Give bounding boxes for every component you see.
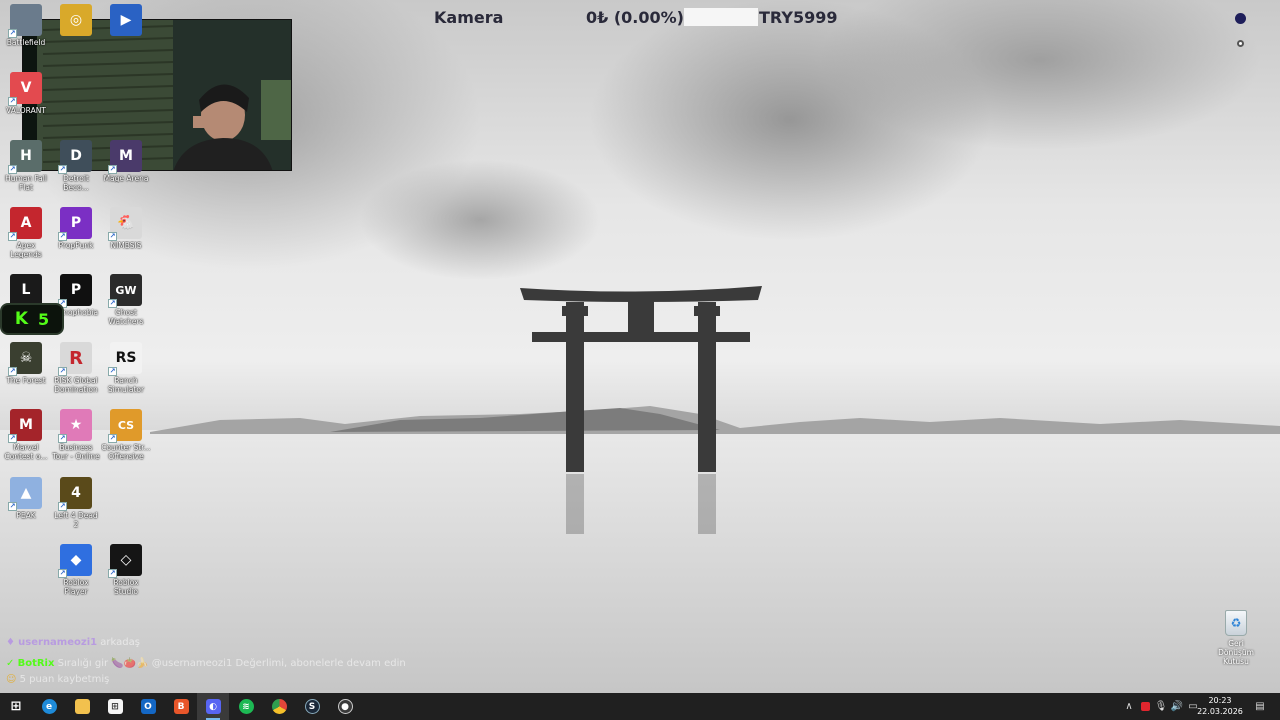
folder-icon xyxy=(74,699,90,714)
brave-icon: B xyxy=(173,699,189,714)
obs-icon: ● xyxy=(337,699,353,714)
recycle-bin-icon: ♻ xyxy=(1225,610,1247,636)
chrome-icon xyxy=(271,699,287,714)
outlook-taskbar-button[interactable]: O xyxy=(132,693,164,720)
kick-logo-icon: K xyxy=(14,309,29,329)
store-taskbar-button[interactable]: ⊞ xyxy=(99,693,131,720)
obs-taskbar-button[interactable]: ● xyxy=(329,693,361,720)
human-fall-flat-icon: H ↗ xyxy=(8,140,42,174)
desktop-icon-left-4-dead[interactable]: 4 ↗ Left 4 Dead 2 xyxy=(51,477,101,529)
file-explorer-taskbar-button[interactable] xyxy=(66,693,98,720)
desktop-icon-peak[interactable]: ▲ ↗ PEAK xyxy=(1,477,51,520)
desktop-icon-counter-strike[interactable]: CS ↗ Counter Str... Offensive xyxy=(101,409,151,461)
app-icon: ▶ xyxy=(110,4,142,36)
game-ring-icon: ◎ xyxy=(60,4,92,36)
risk-icon: R ↗ xyxy=(58,342,92,376)
roblox-player-icon: ◆ ↗ xyxy=(58,544,92,578)
desktop-icon-nimbsis[interactable]: 🐔 ↗ NIMBSIS xyxy=(101,207,151,250)
proppunk-icon: P ↗ xyxy=(58,207,92,241)
desktop-icon-game-ring[interactable]: ◎ xyxy=(51,4,101,36)
brave-taskbar-button[interactable]: B xyxy=(165,693,197,720)
chat-message: ☺ 5 puan kaybetmiş xyxy=(6,674,109,685)
battlefield-icon: ↗ xyxy=(8,4,42,38)
store-icon: ⊞ xyxy=(107,699,123,714)
chat-username: usernameozi1 xyxy=(18,637,98,648)
peak-icon: ▲ ↗ xyxy=(8,477,42,511)
nimbsis-icon: 🐔 ↗ xyxy=(108,207,142,241)
desktop-icon-battlefield[interactable]: ↗ Battlefield xyxy=(1,4,51,47)
the-forest-icon: ☠ ↗ xyxy=(8,342,42,376)
chrome-taskbar-button[interactable] xyxy=(263,693,295,720)
desktop-icon-roblox-studio[interactable]: ◇ ↗ Roblox Studio xyxy=(101,544,151,596)
desktop-icon-ranch-simulator[interactable]: RS ↗ Ranch Simulator xyxy=(101,342,151,394)
chat-badge-icon: ☺ xyxy=(6,674,17,685)
chat-text: 5 puan kaybetmiş xyxy=(19,674,110,685)
roblox-studio-icon: ◇ ↗ xyxy=(108,544,142,578)
apex-legends-icon: A ↗ xyxy=(8,207,42,241)
desktop-icon-app[interactable]: ▶ xyxy=(101,4,151,36)
desktop-icon-detroit[interactable]: D ↗ Detroit Beco... xyxy=(51,140,101,192)
desktop-icon-risk[interactable]: R ↗ RISK Global Domination xyxy=(51,342,101,394)
steam-icon: S xyxy=(304,699,320,714)
desktop-icon-the-forest[interactable]: ☠ ↗ The Forest xyxy=(1,342,51,385)
desktop-icon-business-tour[interactable]: ★↗ Business Tour - Online Mu... xyxy=(51,409,101,461)
edge-icon: e xyxy=(41,699,57,714)
ranch-simulator-icon: RS ↗ xyxy=(108,342,142,376)
discord-taskbar-button[interactable]: ◐ xyxy=(197,693,229,720)
detroit-icon: D ↗ xyxy=(58,140,92,174)
counter-strike-icon: CS ↗ xyxy=(108,409,142,443)
microphone-icon[interactable]: 🎙 xyxy=(1154,693,1168,720)
kick-viewer-badge: K 5 xyxy=(0,303,64,335)
chat-badge-icon: ♦ xyxy=(6,637,15,648)
desktop-icon-apex-legends[interactable]: A ↗ Apex Legends xyxy=(1,207,51,259)
left-4-dead-icon: 4 ↗ xyxy=(58,477,92,511)
mage-arena-icon: M ↗ xyxy=(108,140,142,174)
donation-progress-bar xyxy=(684,8,758,26)
desktop-icon-human-fall-flat[interactable]: H ↗ Human Fall Flat xyxy=(1,140,51,192)
spotify-icon: ≋ xyxy=(238,699,254,714)
donation-goal: TRY5999 xyxy=(759,8,838,27)
volume-icon[interactable]: 🔊 xyxy=(1170,693,1184,720)
steam-taskbar-button[interactable]: S xyxy=(296,693,328,720)
clock-time: 20:23 xyxy=(1208,696,1232,705)
chat-text: Sıralığı gir 🍆🍅🍌 @usernameozi1 Değerlimi… xyxy=(57,658,406,669)
desktop-icon-ghost-watchers[interactable]: GW ↗ Ghost Watchers xyxy=(101,274,151,326)
chat-text: arkadaş xyxy=(100,637,140,648)
outlook-icon: O xyxy=(140,699,156,714)
valorant-icon: V ↗ xyxy=(8,72,42,106)
taskbar: ⊞ e ⊞ O B ◐ ≋ S ● ∧ 🎙 🔊 ▭ 20:23 22.03.20… xyxy=(0,693,1280,720)
notifications-icon[interactable]: ▤ xyxy=(1250,693,1270,720)
clock-date: 22.03.2026 xyxy=(1197,707,1243,716)
start-button[interactable]: ⊞ xyxy=(0,693,32,720)
desktop-icon-mage-arena[interactable]: M ↗ Mage Arena xyxy=(101,140,151,183)
viewer-count: 5 xyxy=(38,309,50,329)
spotify-taskbar-button[interactable]: ≋ xyxy=(230,693,262,720)
chat-message: ♦ usernameozi1 arkadaş xyxy=(6,637,140,648)
desktop-icon-app-2[interactable]: L xyxy=(1,274,51,306)
discord-icon: ◐ xyxy=(205,699,221,714)
ghost-watchers-icon: GW ↗ xyxy=(108,274,142,308)
business-tour-icon: ★ ↗ xyxy=(58,409,92,443)
chat-message: ✓ BotRix Sıralığı gir 🍆🍅🍌 @usernameozi1 … xyxy=(6,658,406,669)
desktop-icon-roblox-player[interactable]: ◆ ↗ Roblox Player xyxy=(51,544,101,596)
status-dot xyxy=(1235,13,1246,24)
chevron-up-icon[interactable]: ∧ xyxy=(1122,693,1136,720)
desktop-icon-valorant[interactable]: V ↗ VALORANT xyxy=(1,72,51,115)
status-dot-small xyxy=(1237,40,1244,47)
camera-label: Kamera xyxy=(434,8,504,27)
xenophobia-icon: P ↗ xyxy=(58,274,92,308)
desktop-icon-recycle-bin[interactable]: ♻ Geri Dönüşüm Kutusu xyxy=(1214,610,1258,666)
record-icon[interactable] xyxy=(1138,693,1152,720)
chat-username: BotRix xyxy=(17,658,55,669)
desktop-icon-proppunk[interactable]: P ↗ PropPunk xyxy=(51,207,101,250)
chat-badge-icon: ✓ xyxy=(6,658,15,669)
donation-amount: 0₺ (0.00%) xyxy=(586,8,684,27)
taskbar-clock[interactable]: 20:23 22.03.2026 xyxy=(1196,695,1244,717)
marvel-contest-icon: M ↗ xyxy=(8,409,42,443)
edge-taskbar-button[interactable]: e xyxy=(33,693,65,720)
app-icon-2: L xyxy=(10,274,42,306)
windows-logo-icon: ⊞ xyxy=(10,699,22,714)
desktop-icon-marvel-contest[interactable]: M ↗ Marvel Contest o... xyxy=(1,409,51,461)
